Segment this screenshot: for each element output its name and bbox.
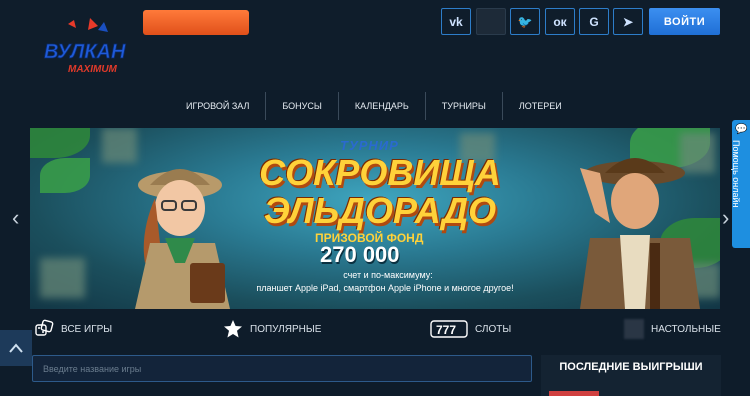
nav-item-tournaments[interactable]: ТУРНИРЫ bbox=[426, 92, 503, 120]
category-table-games[interactable]: НАСТОЛЬНЫЕ bbox=[624, 314, 721, 344]
logo-text-main: ВУЛКАН bbox=[44, 41, 126, 63]
slot-777-icon: 777 bbox=[430, 319, 468, 339]
banner-description-line1: счет и по-максимуму: bbox=[343, 270, 433, 280]
jungle-leaf bbox=[40, 158, 90, 193]
scroll-top-button[interactable] bbox=[0, 330, 32, 366]
nav-item-bonuses[interactable]: БОНУСЫ bbox=[266, 92, 339, 120]
odnoklassniki-label: ок bbox=[553, 14, 567, 29]
category-label: СЛОТЫ bbox=[475, 323, 512, 335]
explorer-man-figure bbox=[580, 158, 700, 309]
login-button[interactable]: ВОЙТИ bbox=[649, 8, 720, 35]
banner-title-line2: ЭЛЬДОРАДО bbox=[263, 190, 497, 231]
banner-title-line1: СОКРОВИЩА bbox=[259, 152, 501, 193]
google-icon[interactable]: G bbox=[579, 8, 609, 35]
game-categories: ВСЕ ИГРЫ ПОПУЛЯРНЫЕ 777 СЛОТЫ НАСТОЛЬНЫЕ bbox=[30, 314, 721, 344]
telegram-icon[interactable]: ➤ bbox=[613, 8, 643, 35]
promo-button[interactable] bbox=[143, 10, 249, 35]
last-wins-panel: ПОСЛЕДНИЕ ВЫИГРЫШИ bbox=[541, 355, 721, 396]
star-icon bbox=[223, 319, 243, 339]
category-label: ВСЕ ИГРЫ bbox=[61, 323, 113, 335]
dice-icon bbox=[34, 319, 54, 339]
chat-icon: 💬 bbox=[735, 124, 748, 135]
help-online-tab[interactable]: 💬 Помощь онлайн bbox=[731, 120, 750, 248]
svg-text:777: 777 bbox=[436, 323, 456, 337]
twitter-icon[interactable]: 🐦 bbox=[510, 8, 540, 35]
category-slots[interactable]: 777 СЛОТЫ bbox=[430, 314, 511, 344]
banner-description-line2: планшет Apple iPad, смартфон Apple iPhon… bbox=[256, 283, 514, 293]
vk-icon[interactable]: vk bbox=[441, 8, 471, 35]
last-wins-title: ПОСЛЕДНИЕ ВЫИГРЫШИ bbox=[559, 361, 703, 373]
blank-social-icon[interactable] bbox=[476, 8, 506, 35]
nav-item-hall[interactable]: ИГРОВОЙ ЗАЛ bbox=[170, 92, 267, 120]
odnoklassniki-icon[interactable]: ок bbox=[545, 8, 575, 35]
banner-fund-amount: 270 000 bbox=[320, 242, 400, 267]
main-nav: ИГРОВОЙ ЗАЛ БОНУСЫ КАЛЕНДАРЬ ТУРНИРЫ ЛОТ… bbox=[170, 92, 578, 120]
blurred-region bbox=[40, 258, 85, 298]
nav-item-calendar[interactable]: КАЛЕНДАРЬ bbox=[339, 92, 426, 120]
telegram-label: ➤ bbox=[622, 14, 634, 29]
chevron-up-icon bbox=[9, 343, 23, 353]
help-online-label: Помощь онлайн bbox=[731, 140, 741, 208]
category-popular[interactable]: ПОПУЛЯРНЫЕ bbox=[223, 314, 321, 344]
carousel-prev-icon[interactable]: ‹ bbox=[12, 205, 19, 231]
category-all-games[interactable]: ВСЕ ИГРЫ bbox=[34, 314, 112, 344]
promo-banner[interactable]: ТУРНИР СОКРОВИЩА ЭЛЬДОРАДО ПРИЗОВОЙ ФОНД… bbox=[30, 128, 720, 309]
carousel-next-icon[interactable]: › bbox=[722, 205, 729, 231]
nav-item-lotteries[interactable]: ЛОТЕРЕИ bbox=[503, 92, 578, 120]
google-label: G bbox=[589, 14, 599, 29]
site-header: ВУЛКАН MAXIMUM vk 🐦 ок G ➤ ВОЙТИ bbox=[0, 0, 750, 90]
vk-label: vk bbox=[449, 14, 463, 29]
jungle-leaf bbox=[30, 128, 90, 158]
category-label: НАСТОЛЬНЫЕ bbox=[651, 323, 721, 335]
game-search-input[interactable] bbox=[32, 355, 532, 382]
logo[interactable]: ВУЛКАН MAXIMUM bbox=[38, 18, 138, 78]
table-games-icon bbox=[624, 319, 644, 339]
logo-text-sub: MAXIMUM bbox=[68, 64, 118, 75]
banner-subtitle: ТУРНИР bbox=[340, 138, 399, 153]
last-win-thumbnail[interactable] bbox=[549, 391, 599, 396]
category-label: ПОПУЛЯРНЫЕ bbox=[250, 323, 322, 335]
twitter-label: 🐦 bbox=[517, 14, 533, 29]
